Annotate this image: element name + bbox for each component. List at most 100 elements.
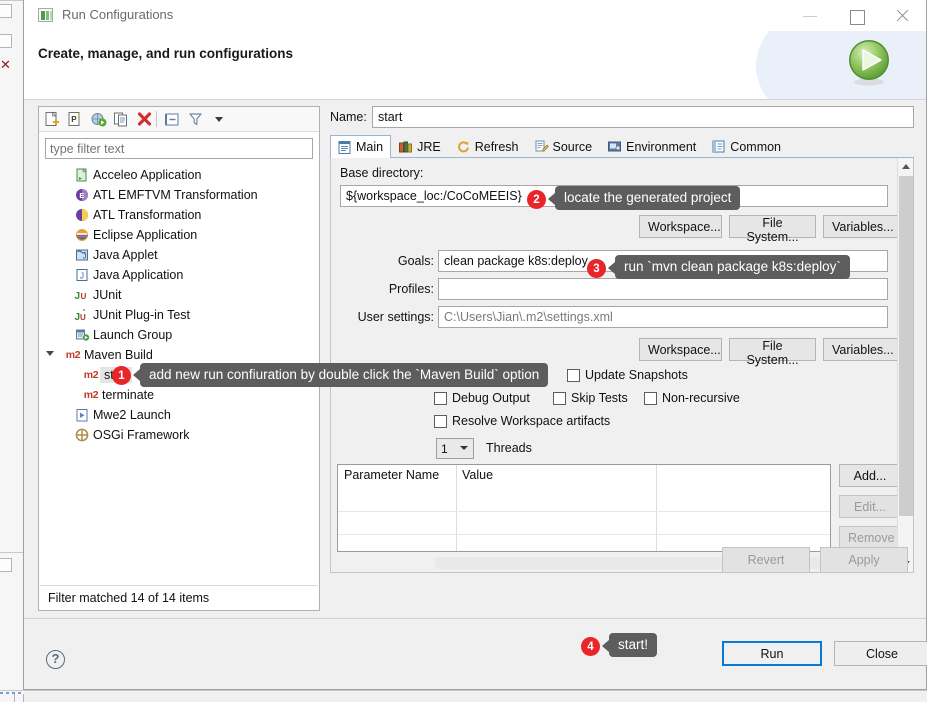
tab-label: Refresh xyxy=(474,139,519,154)
table-row[interactable] xyxy=(338,534,830,535)
source-tab-icon xyxy=(534,139,549,154)
checkbox-resolve-workspace-artifacts[interactable]: Resolve Workspace artifacts xyxy=(434,414,610,428)
tab-strip[interactable]: Main JRE Refresh Source Environment Comm… xyxy=(330,135,914,158)
tree-item-label: Java Application xyxy=(93,268,184,282)
scroll-up-button[interactable] xyxy=(898,158,913,175)
checkbox-box[interactable] xyxy=(434,391,447,405)
mwe2-icon xyxy=(74,407,90,423)
base-workspace-button[interactable]: Workspace... xyxy=(639,215,722,238)
tree-item-terminate[interactable]: m2 terminate xyxy=(40,385,318,405)
name-input[interactable] xyxy=(372,106,914,128)
duplicate-icon[interactable] xyxy=(112,110,131,129)
add-parameter-button[interactable]: Add... xyxy=(839,464,901,487)
tab-refresh[interactable]: Refresh xyxy=(449,135,527,157)
name-label: Name: xyxy=(330,110,367,124)
tab-environment[interactable]: Environment xyxy=(600,135,704,157)
eclipse-icon xyxy=(74,227,90,243)
checkbox-debug-output[interactable]: Debug Output xyxy=(434,391,530,405)
dialog-banner: Create, manage, and run configurations xyxy=(24,31,926,100)
checkbox-label: Skip Tests xyxy=(571,391,628,405)
tree-item-eclipse-application[interactable]: Eclipse Application xyxy=(40,225,318,245)
junit-plugin-icon: JU xyxy=(74,307,90,323)
tree-item-java-applet[interactable]: J Java Applet xyxy=(40,245,318,265)
threads-select[interactable]: 1 xyxy=(436,438,474,459)
checkbox-non-recursive[interactable]: Non-recursive xyxy=(644,391,740,405)
tab-source[interactable]: Source xyxy=(527,135,601,157)
run-button[interactable]: Run xyxy=(722,641,822,666)
tab-main[interactable]: Main xyxy=(330,135,392,158)
column-divider xyxy=(456,465,457,551)
filter-input[interactable] xyxy=(45,138,313,159)
table-row[interactable] xyxy=(338,511,830,512)
osgi-icon xyxy=(74,427,90,443)
annotation-badge-3: 3 xyxy=(587,259,606,278)
maximize-button[interactable] xyxy=(834,0,880,31)
tree-item-atl-transformation[interactable]: ATL Transformation xyxy=(40,205,318,225)
base-directory-label: Base directory: xyxy=(340,166,424,180)
configuration-editor-panel: Name: Main JRE xyxy=(330,106,914,611)
user-settings-label: User settings: xyxy=(357,310,434,324)
checkbox-skip-tests[interactable]: Skip Tests xyxy=(553,391,628,405)
tree-item-launch-group[interactable]: Launch Group xyxy=(40,325,318,345)
settings-workspace-button[interactable]: Workspace... xyxy=(639,338,722,361)
collapse-all-icon[interactable] xyxy=(163,110,182,129)
tree-item-mwe2-launch[interactable]: Mwe2 Launch xyxy=(40,405,318,425)
tree-item-label: Acceleo Application xyxy=(93,168,202,182)
new-prototype-icon[interactable]: P xyxy=(66,110,85,129)
close-window-button[interactable] xyxy=(880,0,926,31)
tree-item-atl-emftvm-transformation[interactable]: E ATL EMFTVM Transformation xyxy=(40,185,318,205)
export-icon[interactable] xyxy=(89,110,108,129)
checkbox-box[interactable] xyxy=(644,391,657,405)
checkbox-box[interactable] xyxy=(434,414,447,428)
checkbox-box[interactable] xyxy=(567,368,580,382)
threads-value: 1 xyxy=(441,441,448,456)
checkbox-box[interactable] xyxy=(553,391,566,405)
tree-item-maven-build[interactable]: m2 Maven Build xyxy=(40,345,318,365)
tree-item-java-application[interactable]: J Java Application xyxy=(40,265,318,285)
scrollbar-thumb[interactable] xyxy=(899,176,913,516)
new-configuration-icon[interactable] xyxy=(43,110,62,129)
environment-tab-icon xyxy=(607,139,622,154)
close-button[interactable]: Close xyxy=(834,641,927,666)
tree-item-junit[interactable]: J U JUnit xyxy=(40,285,318,305)
refresh-tab-icon xyxy=(456,139,471,154)
expand-twisty-icon[interactable] xyxy=(46,347,62,363)
delete-icon[interactable] xyxy=(135,110,154,129)
tab-jre[interactable]: JRE xyxy=(391,135,449,157)
annotation-tail-2 xyxy=(548,193,555,205)
bg-divider xyxy=(0,0,23,1)
view-menu-icon[interactable] xyxy=(215,117,223,122)
checkbox-update-snapshots[interactable]: Update Snapshots xyxy=(567,368,688,382)
user-settings-input[interactable] xyxy=(438,306,888,328)
name-row: Name: xyxy=(330,106,914,128)
remove-parameter-button[interactable]: Remove xyxy=(839,526,901,549)
tab-label: Source xyxy=(552,139,593,154)
column-value: Value xyxy=(462,468,494,482)
tree-item-label: OSGi Framework xyxy=(93,428,190,442)
edit-parameter-button[interactable]: Edit... xyxy=(839,495,901,518)
bg-toolbar-item xyxy=(0,34,12,48)
help-icon[interactable]: ? xyxy=(46,650,65,669)
filter-icon[interactable] xyxy=(186,110,205,129)
revert-button[interactable]: Revert xyxy=(722,547,810,573)
profiles-input[interactable] xyxy=(438,278,888,300)
settings-file-system-button[interactable]: File System... xyxy=(729,338,816,367)
tab-common[interactable]: Common xyxy=(704,135,789,157)
parameters-table[interactable]: Parameter Name Value xyxy=(337,464,831,552)
base-variables-button[interactable]: Variables... xyxy=(823,215,902,238)
settings-variables-button[interactable]: Variables... xyxy=(823,338,902,361)
acceleo-icon xyxy=(74,167,90,183)
minimize-button[interactable] xyxy=(788,0,834,31)
goals-label: Goals: xyxy=(397,254,434,268)
run-configurations-dialog: Run Configurations Create, manage, and r… xyxy=(23,0,927,690)
checkbox-label: Non-recursive xyxy=(662,391,740,405)
footer-divider xyxy=(24,618,926,619)
tree-item-acceleo-application[interactable]: Acceleo Application xyxy=(40,165,318,185)
column-parameter-name: Parameter Name xyxy=(344,468,440,482)
tree-item-osgi-framework[interactable]: OSGi Framework xyxy=(40,425,318,445)
base-file-system-button[interactable]: File System... xyxy=(729,215,816,244)
tree-item-junit-plug-in-test[interactable]: J U JUnit Plug-in Test xyxy=(40,305,318,325)
vertical-scrollbar[interactable] xyxy=(897,158,913,572)
tree-item-label: Mwe2 Launch xyxy=(93,408,171,422)
apply-button[interactable]: Apply xyxy=(820,547,908,573)
